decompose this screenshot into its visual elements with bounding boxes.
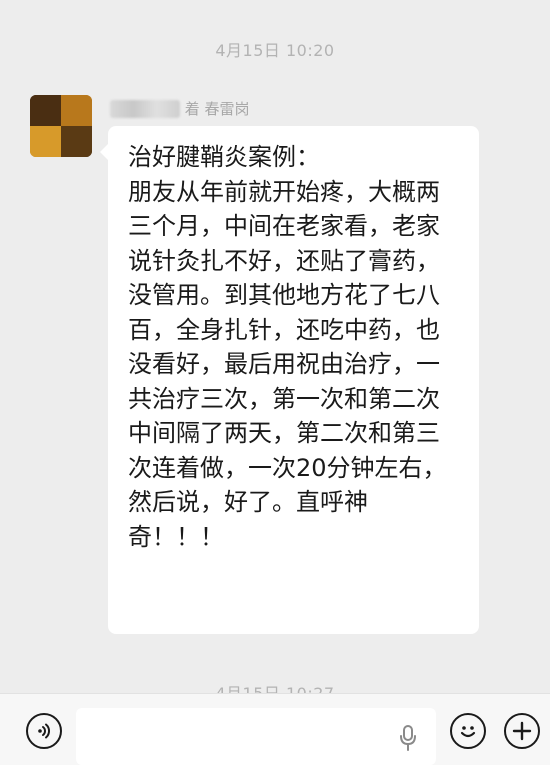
mic-icon[interactable]: [398, 724, 418, 752]
plus-button[interactable]: [504, 713, 540, 749]
sender-name: 着 春雷岗: [110, 98, 270, 120]
blurred-name: [110, 99, 180, 118]
message-bubble[interactable]: 治好腱鞘炎案例： 朋友从年前就开始疼，大概两三个月，中间在老家看，老家说针灸扎不…: [100, 126, 479, 634]
message-timestamp-next: 4月15日 10:27: [0, 680, 550, 693]
voice-button[interactable]: [26, 713, 62, 749]
chat-area: 4月15日 10:20 着 春雷岗 治好腱鞘炎案例： 朋友从年前就开始疼，大概两…: [0, 0, 550, 693]
avatar-pixel: [61, 126, 92, 157]
avatar-pixel: [30, 126, 61, 157]
avatar-pixel: [30, 95, 61, 126]
plus-icon: [512, 721, 532, 741]
avatar[interactable]: [30, 95, 92, 157]
sender-name-text: 着 春雷岗: [184, 100, 250, 118]
message-text: 治好腱鞘炎案例： 朋友从年前就开始疼，大概两三个月，中间在老家看，老家说针灸扎不…: [128, 143, 447, 551]
avatar-pixel: [61, 95, 92, 126]
voice-icon: [38, 723, 50, 739]
emoji-icon: [460, 726, 476, 738]
emoji-button[interactable]: [450, 713, 486, 749]
message-timestamp: 4月15日 10:20: [215, 41, 335, 60]
message-input[interactable]: [76, 708, 436, 765]
